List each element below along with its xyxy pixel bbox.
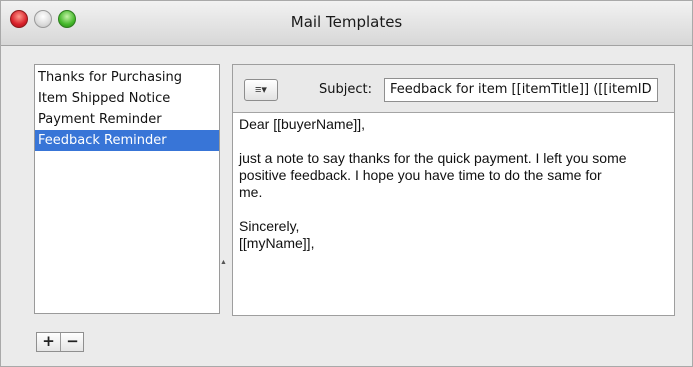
template-editor: ≡▾ Subject: Feedback for item [[itemTitl… <box>232 64 675 316</box>
add-template-button[interactable]: + <box>37 333 61 351</box>
body-line-1: just a note to say thanks for the quick … <box>239 150 627 166</box>
body-closing: Sincerely, <box>239 218 300 234</box>
mail-templates-window: Mail Templates Thanks for Purchasing Ite… <box>0 0 693 367</box>
body-line-3: me. <box>239 184 263 200</box>
remove-template-button[interactable]: − <box>61 333 84 351</box>
split-view-handle-icon[interactable]: ▲ <box>220 259 227 266</box>
add-remove-control: + − <box>36 332 84 352</box>
message-body-textarea[interactable]: Dear [[buyerName]], just a note to say t… <box>233 112 674 315</box>
list-item-thanks-for-purchasing[interactable]: Thanks for Purchasing <box>35 67 219 88</box>
body-greeting: Dear [[buyerName]], <box>239 116 366 132</box>
template-list[interactable]: Thanks for Purchasing Item Shipped Notic… <box>34 64 220 314</box>
title-bar[interactable]: Mail Templates <box>1 1 692 46</box>
subject-input[interactable]: Feedback for item [[itemTitle]] ([[itemI… <box>384 78 658 102</box>
list-item-item-shipped-notice[interactable]: Item Shipped Notice <box>35 88 219 109</box>
subject-label: Subject: <box>319 82 372 97</box>
body-signature: [[myName]], <box>239 235 315 251</box>
list-item-payment-reminder[interactable]: Payment Reminder <box>35 109 219 130</box>
list-item-feedback-reminder[interactable]: Feedback Reminder <box>35 130 219 151</box>
window-title: Mail Templates <box>290 13 403 31</box>
body-line-2: positive feedback. I hope you have time … <box>239 167 602 183</box>
format-menu-button[interactable]: ≡▾ <box>244 79 278 101</box>
